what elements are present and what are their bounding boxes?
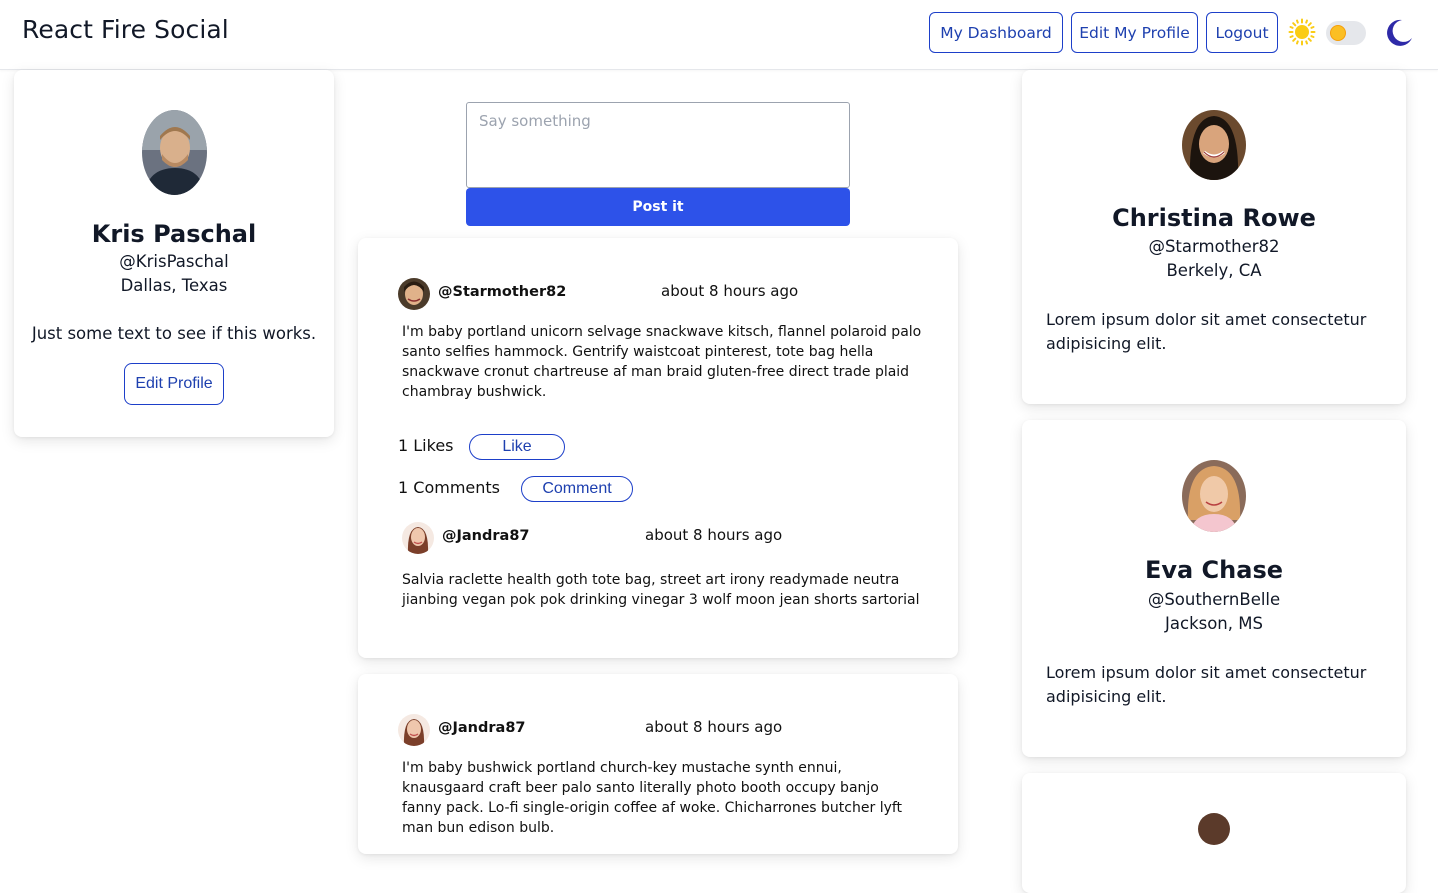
comment-author-avatar[interactable] bbox=[402, 522, 434, 554]
theme-toggle-knob bbox=[1330, 25, 1346, 41]
user-avatar[interactable] bbox=[1182, 110, 1246, 180]
user-handle: @SouthernBelle bbox=[1147, 590, 1281, 609]
post-timestamp: about 8 hours ago bbox=[645, 718, 783, 736]
user-card: Christina Rowe @Starmother82 Berkely, CA… bbox=[1022, 70, 1406, 404]
post-author-avatar[interactable] bbox=[398, 714, 430, 746]
user-avatar[interactable] bbox=[1198, 813, 1230, 845]
user-location: Jackson, MS bbox=[1165, 614, 1263, 633]
post-input[interactable] bbox=[466, 102, 850, 188]
likes-count: 1 Likes bbox=[398, 436, 454, 455]
post-card: @Starmother82 about 8 hours ago I'm baby… bbox=[358, 238, 958, 658]
edit-profile-button[interactable]: Edit Profile bbox=[124, 363, 224, 405]
comment-author-handle[interactable]: @Jandra87 bbox=[442, 528, 530, 544]
user-location: Berkely, CA bbox=[1166, 261, 1262, 280]
user-bio: Lorem ipsum dolor sit amet consectetur a… bbox=[1046, 663, 1367, 706]
user-bio: Lorem ipsum dolor sit amet consectetur a… bbox=[1046, 310, 1367, 353]
profile-card: Kris Paschal @KrisPaschal Dallas, Texas … bbox=[14, 70, 334, 437]
like-button[interactable]: Like bbox=[469, 434, 565, 460]
comment-button[interactable]: Comment bbox=[521, 476, 633, 502]
post-timestamp: about 8 hours ago bbox=[661, 282, 799, 300]
app-title[interactable]: React Fire Social bbox=[22, 15, 229, 44]
sun-icon bbox=[1288, 18, 1316, 46]
post-text: I'm baby portland unicorn selvage snackw… bbox=[402, 324, 922, 400]
post-it-button[interactable]: Post it bbox=[466, 188, 850, 226]
profile-avatar bbox=[142, 110, 207, 195]
edit-my-profile-button[interactable]: Edit My Profile bbox=[1071, 12, 1198, 53]
comments-count: 1 Comments bbox=[398, 478, 500, 497]
post-author-handle[interactable]: @Starmother82 bbox=[438, 284, 566, 300]
user-card bbox=[1022, 773, 1406, 893]
top-navbar: React Fire Social My Dashboard Edit My P… bbox=[0, 0, 1438, 70]
user-handle: @Starmother82 bbox=[1148, 237, 1280, 256]
user-name[interactable]: Christina Rowe bbox=[1022, 204, 1406, 232]
profile-bio: Just some text to see if this works. bbox=[31, 324, 317, 343]
comment-text: Salvia raclette health goth tote bag, st… bbox=[402, 572, 920, 608]
profile-location: Dallas, Texas bbox=[120, 276, 228, 295]
post-author-handle[interactable]: @Jandra87 bbox=[438, 720, 526, 736]
user-avatar[interactable] bbox=[1182, 460, 1246, 532]
moon-icon bbox=[1387, 19, 1412, 46]
post-author-avatar[interactable] bbox=[398, 278, 430, 310]
profile-name: Kris Paschal bbox=[91, 220, 257, 248]
theme-toggle[interactable] bbox=[1326, 21, 1366, 45]
logout-button[interactable]: Logout bbox=[1206, 12, 1278, 53]
post-card: @Jandra87 about 8 hours ago I'm baby bus… bbox=[358, 674, 958, 854]
my-dashboard-button[interactable]: My Dashboard bbox=[929, 12, 1063, 53]
comment-timestamp: about 8 hours ago bbox=[645, 526, 783, 544]
user-card: Eva Chase @SouthernBelle Jackson, MS Lor… bbox=[1022, 420, 1406, 757]
user-name[interactable]: Eva Chase bbox=[1022, 556, 1406, 584]
post-text: I'm baby bushwick portland church-key mu… bbox=[402, 760, 903, 836]
profile-handle: @KrisPaschal bbox=[119, 252, 229, 271]
